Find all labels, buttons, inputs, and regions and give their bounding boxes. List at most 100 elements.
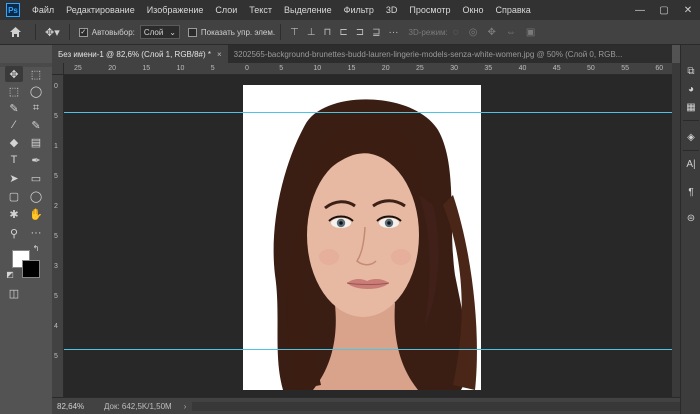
hand-tool-icon[interactable]: ✋ bbox=[27, 206, 45, 222]
eraser-tool-icon[interactable]: ◆ bbox=[5, 134, 23, 150]
marquee-tool-icon[interactable]: ⬚ bbox=[5, 83, 23, 99]
swatches-panel-icon[interactable]: ▦ bbox=[683, 99, 699, 115]
horizontal-ruler[interactable]: 25 20 15 10 5 0 5 10 15 20 25 30 35 40 45 50 55 60 bbox=[64, 63, 672, 75]
move-tool-icon[interactable]: ✥ bbox=[5, 66, 23, 82]
restore-button[interactable]: ▢ bbox=[652, 5, 676, 16]
type-tool-icon[interactable]: T bbox=[5, 152, 23, 168]
color-panel-icon[interactable]: ◕ bbox=[683, 81, 699, 97]
document-size: Док: 642,5K/1,50M bbox=[104, 401, 172, 411]
ruler-tick-label: 25 bbox=[416, 65, 424, 72]
ruler-tick-label: 5 bbox=[54, 233, 58, 240]
horizontal-guide[interactable] bbox=[64, 112, 672, 113]
menu-help[interactable]: Справка bbox=[489, 5, 536, 15]
crop-tool-icon[interactable]: ⌗ bbox=[27, 100, 45, 116]
ruler-tick-label: 15 bbox=[347, 65, 356, 72]
artboard-tool-icon[interactable]: ⬚ bbox=[27, 66, 45, 82]
3d-roll-icon[interactable]: ◎ bbox=[464, 27, 483, 38]
photoshop-logo: Ps bbox=[6, 3, 20, 17]
minimize-button[interactable]: — bbox=[628, 5, 652, 16]
ruler-tick-label: 0 bbox=[245, 65, 249, 72]
align-left-icon[interactable]: ⊏ bbox=[335, 27, 351, 38]
history-panel-icon[interactable]: ⧉ bbox=[683, 63, 699, 79]
menu-filter[interactable]: Фильтр bbox=[338, 5, 380, 15]
menu-view[interactable]: Просмотр bbox=[403, 5, 456, 15]
3d-orbit-icon[interactable]: ◌ bbox=[448, 27, 464, 38]
character-panel-icon[interactable]: A| bbox=[683, 156, 699, 172]
show-transform-checkbox[interactable] bbox=[187, 27, 197, 37]
menu-3d[interactable]: 3D bbox=[380, 5, 404, 15]
more-options-icon[interactable]: ··· bbox=[385, 27, 403, 38]
3d-slide-icon[interactable]: ⇔ bbox=[501, 27, 521, 38]
zoom-level[interactable]: 82,64% bbox=[52, 402, 84, 411]
show-transform-label: Показать упр. элем. bbox=[200, 27, 276, 37]
ruler-tick-label: 0 bbox=[54, 83, 58, 90]
menu-layer[interactable]: Слои bbox=[209, 5, 243, 15]
panel-separator bbox=[683, 150, 699, 151]
vertical-scrollbar[interactable] bbox=[672, 63, 680, 397]
ruler-tick-label: 35 bbox=[484, 65, 493, 72]
align-right-icon[interactable]: ⊒ bbox=[368, 27, 384, 38]
menu-edit[interactable]: Редактирование bbox=[60, 5, 141, 15]
status-menu-arrow[interactable]: › bbox=[184, 402, 187, 411]
ruler-tick-label: 1 bbox=[54, 143, 58, 150]
panel-separator bbox=[683, 120, 699, 121]
default-colors-icon[interactable]: ◩ bbox=[4, 269, 16, 279]
autoselect-dropdown[interactable]: Слой ⌄ bbox=[139, 25, 180, 39]
chevron-down-icon: ⌄ bbox=[169, 27, 176, 37]
properties-panel-icon[interactable]: ⊜ bbox=[683, 210, 699, 226]
menu-window[interactable]: Окно bbox=[457, 5, 490, 15]
zoom-tool-icon[interactable]: ⚲ bbox=[5, 225, 23, 241]
menu-type[interactable]: Текст bbox=[243, 5, 278, 15]
tab-document-1[interactable]: Без имени-1 @ 82,6% (Слой 1, RGB/8#) * × bbox=[52, 45, 228, 63]
path-select-tool-icon[interactable]: ➤ bbox=[5, 170, 23, 186]
align-vcenter-icon[interactable]: ⊥ bbox=[303, 27, 320, 38]
layers-panel-icon[interactable]: ◈ bbox=[683, 129, 699, 145]
autoselect-checkbox[interactable]: ✓ bbox=[78, 27, 88, 37]
ruler-tick-label: 10 bbox=[176, 65, 185, 72]
swap-colors-icon[interactable]: ↰ bbox=[30, 243, 42, 253]
ruler-tick-label: 40 bbox=[518, 65, 527, 72]
close-button[interactable]: ✕ bbox=[676, 5, 700, 16]
ruler-tick-label: 25 bbox=[74, 65, 82, 72]
tab-document-2[interactable]: 3202565-background-brunettes-budd-lauren… bbox=[228, 45, 629, 63]
ruler-tick-label: 55 bbox=[621, 65, 629, 72]
ruler-tick-label: 5 bbox=[54, 353, 58, 360]
ruler-origin[interactable] bbox=[52, 63, 64, 75]
3d-pan-icon[interactable]: ✥ bbox=[482, 27, 500, 38]
align-hcenter-icon[interactable]: ⊐ bbox=[352, 27, 368, 38]
horizontal-scrollbar[interactable] bbox=[192, 401, 680, 411]
ruler-tick-label: 60 bbox=[655, 65, 664, 72]
custom-shape-tool-icon[interactable]: ✱ bbox=[5, 206, 23, 222]
quick-mask-icon[interactable]: ◫ bbox=[5, 285, 23, 301]
more-tools-icon[interactable]: ··· bbox=[27, 225, 45, 241]
paragraph-panel-icon[interactable]: ¶ bbox=[683, 184, 699, 200]
horizontal-guide[interactable] bbox=[64, 349, 672, 350]
align-top-icon[interactable]: ⊤ bbox=[286, 27, 303, 38]
close-tab-icon[interactable]: × bbox=[217, 50, 222, 59]
eyedropper-tool-icon[interactable]: ⁄ bbox=[5, 117, 23, 133]
lasso-tool-icon[interactable]: ◯ bbox=[27, 83, 45, 99]
menu-file[interactable]: Файл bbox=[26, 5, 60, 15]
gradient-tool-icon[interactable]: ▤ bbox=[27, 134, 45, 150]
document-canvas[interactable] bbox=[243, 85, 481, 390]
menu-image[interactable]: Изображение bbox=[141, 5, 210, 15]
ruler-tick-label: 20 bbox=[108, 65, 116, 72]
vertical-ruler[interactable]: 0 5 1 5 2 5 3 5 4 5 bbox=[52, 75, 64, 397]
ruler-tick-label: 5 bbox=[54, 173, 58, 180]
move-tool-preset-icon[interactable]: ✥▾ bbox=[41, 26, 64, 39]
document-tab-bar: Без имени-1 @ 82,6% (Слой 1, RGB/8#) * ×… bbox=[52, 45, 672, 63]
home-icon[interactable] bbox=[0, 26, 30, 38]
pen-tool-icon[interactable]: ✒ bbox=[27, 152, 45, 168]
brush-tool-icon[interactable]: ✎ bbox=[27, 117, 45, 133]
rectangle-tool-icon[interactable]: ▭ bbox=[27, 170, 45, 186]
ruler-tick-label: 5 bbox=[279, 65, 284, 72]
menu-select[interactable]: Выделение bbox=[278, 5, 338, 15]
align-bottom-icon[interactable]: ⊓ bbox=[320, 27, 336, 38]
3d-scale-icon[interactable]: ▣ bbox=[521, 27, 540, 38]
rounded-rect-tool-icon[interactable]: ▢ bbox=[5, 188, 23, 204]
ruler-tick-label: 4 bbox=[54, 323, 58, 330]
background-color-swatch[interactable] bbox=[22, 260, 40, 278]
ellipse-tool-icon[interactable]: ◯ bbox=[27, 188, 45, 204]
quick-select-tool-icon[interactable]: ✎ bbox=[5, 100, 23, 116]
canvas-area[interactable] bbox=[64, 75, 672, 397]
